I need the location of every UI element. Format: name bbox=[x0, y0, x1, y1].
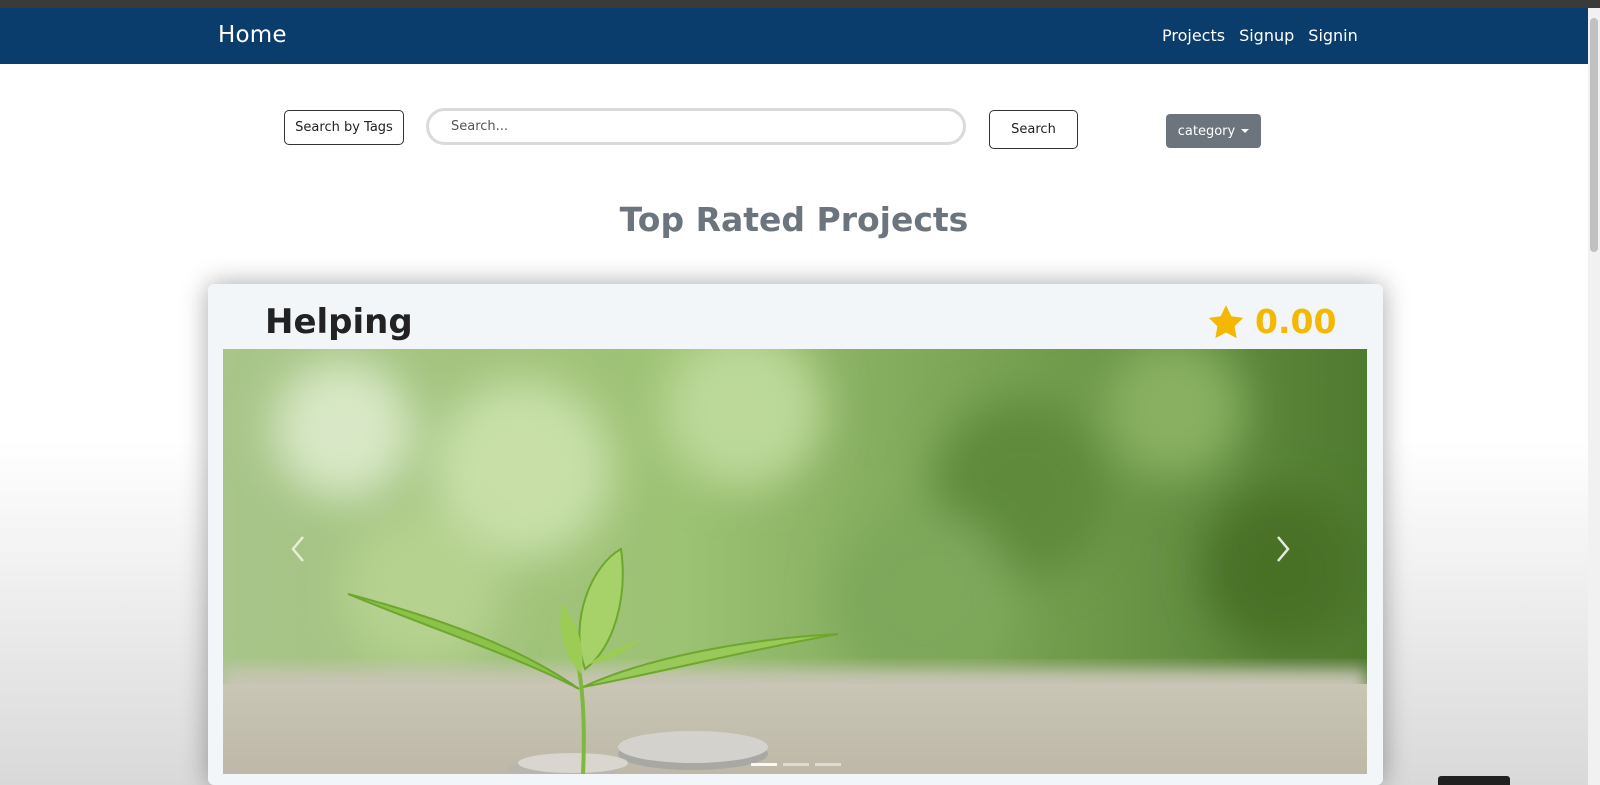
project-card: Helping 0.00 bbox=[208, 284, 1383, 785]
carousel-indicator[interactable] bbox=[815, 763, 841, 766]
carousel-indicator[interactable] bbox=[751, 763, 777, 766]
window-top-strip bbox=[0, 0, 1600, 8]
nav-link-signup[interactable]: Signup bbox=[1239, 26, 1294, 45]
page-scrollbar[interactable] bbox=[1588, 8, 1600, 785]
nav-link-signin[interactable]: Signin bbox=[1308, 26, 1357, 45]
brand-home-link[interactable]: Home bbox=[218, 22, 287, 48]
caret-down-icon bbox=[1241, 129, 1250, 133]
category-label: category bbox=[1177, 123, 1236, 139]
rating-value: 0.00 bbox=[1255, 302, 1337, 341]
search-button[interactable]: Search bbox=[989, 110, 1078, 149]
carousel-indicators bbox=[751, 763, 841, 766]
nav-link-projects[interactable]: Projects bbox=[1162, 26, 1225, 45]
project-image bbox=[223, 349, 1367, 774]
star-icon bbox=[1208, 304, 1244, 338]
project-image-carousel bbox=[223, 349, 1367, 774]
chevron-right-icon bbox=[1277, 536, 1290, 562]
navbar: Home Projects Signup Signin bbox=[0, 8, 1600, 64]
section-heading: Top Rated Projects bbox=[619, 200, 969, 239]
project-title[interactable]: Helping bbox=[265, 302, 413, 342]
project-rating: 0.00 bbox=[1207, 302, 1336, 341]
carousel-indicator[interactable] bbox=[783, 763, 809, 766]
carousel-prev-button[interactable] bbox=[278, 519, 318, 579]
chevron-left-icon bbox=[291, 536, 304, 562]
settings-tooltip-fragment bbox=[1438, 776, 1510, 785]
carousel-next-button[interactable] bbox=[1263, 519, 1303, 579]
scrollbar-thumb[interactable] bbox=[1590, 18, 1598, 252]
search-by-tags-button[interactable]: Search by Tags bbox=[284, 110, 404, 145]
nav-links: Projects Signup Signin bbox=[1162, 26, 1358, 45]
category-dropdown-button[interactable]: category bbox=[1166, 114, 1261, 148]
search-input[interactable] bbox=[426, 108, 966, 145]
